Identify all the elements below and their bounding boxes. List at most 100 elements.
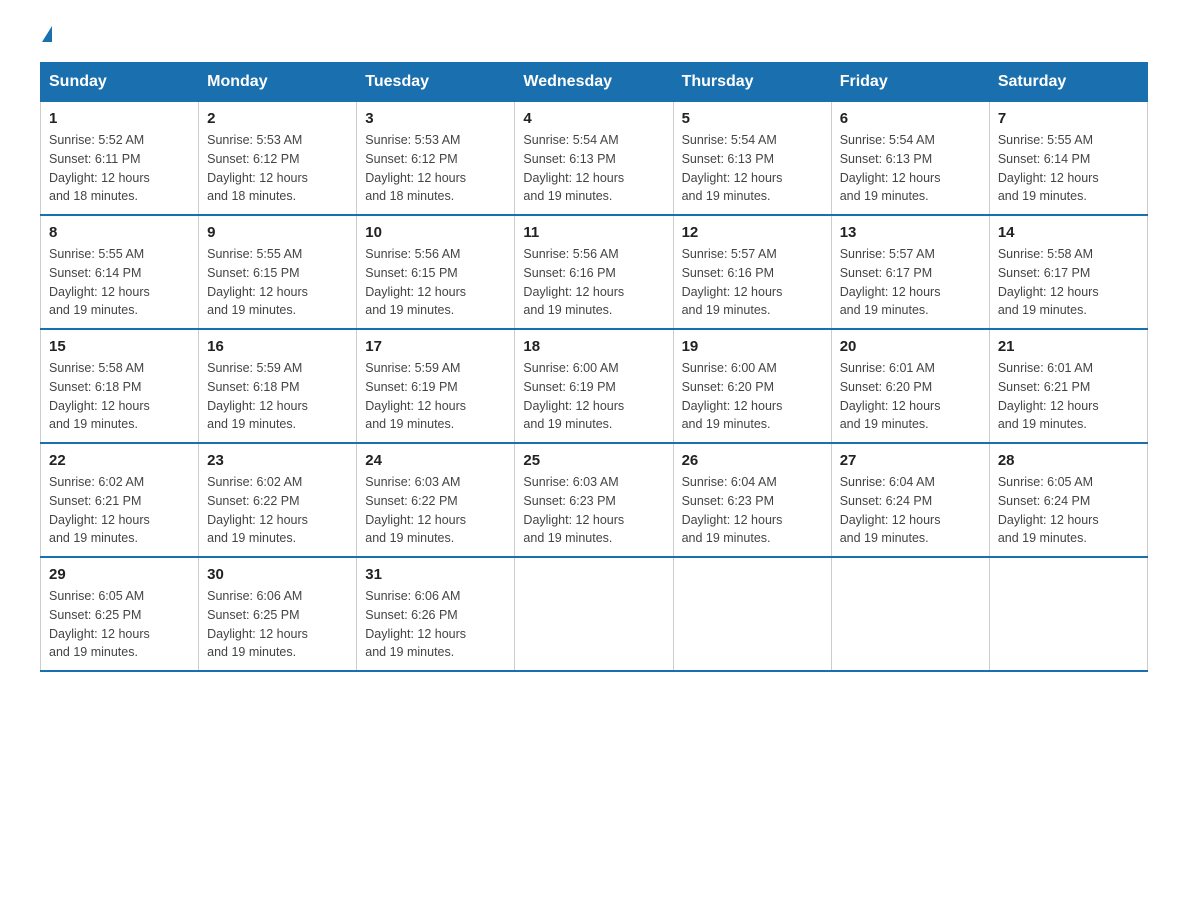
day-number: 4 (523, 110, 664, 127)
day-info: Sunrise: 5:53 AMSunset: 6:12 PMDaylight:… (207, 131, 348, 206)
calendar-cell: 2 Sunrise: 5:53 AMSunset: 6:12 PMDaylight… (199, 102, 357, 216)
day-number: 22 (49, 452, 190, 469)
calendar-cell: 5 Sunrise: 5:54 AMSunset: 6:13 PMDaylight… (673, 102, 831, 216)
calendar-cell: 3Sunrise: 5:53 AMSunset: 6:12 PMDaylight… (357, 102, 515, 216)
logo (40, 30, 52, 46)
calendar-cell: 29Sunrise: 6:05 AMSunset: 6:25 PMDayligh… (41, 557, 199, 671)
calendar-cell: 25 Sunrise: 6:03 AMSunset: 6:23 PMDayligh… (515, 443, 673, 557)
calendar-cell: 13 Sunrise: 5:57 AMSunset: 6:17 PMDayligh… (831, 215, 989, 329)
calendar-cell (831, 557, 989, 671)
calendar-cell (989, 557, 1147, 671)
day-info: Sunrise: 6:03 AMSunset: 6:22 PMDaylight:… (365, 473, 506, 548)
day-info: Sunrise: 5:59 AMSunset: 6:18 PMDaylight:… (207, 359, 348, 434)
header-saturday: Saturday (989, 63, 1147, 102)
calendar-cell (673, 557, 831, 671)
header-wednesday: Wednesday (515, 63, 673, 102)
day-info: Sunrise: 5:55 AMSunset: 6:15 PMDaylight:… (207, 245, 348, 320)
day-number: 27 (840, 452, 981, 469)
calendar-cell: 18 Sunrise: 6:00 AMSunset: 6:19 PMDayligh… (515, 329, 673, 443)
day-number: 8 (49, 224, 190, 241)
day-number: 11 (523, 224, 664, 241)
calendar-cell (515, 557, 673, 671)
day-info: Sunrise: 6:04 AMSunset: 6:23 PMDaylight:… (682, 473, 823, 548)
day-number: 13 (840, 224, 981, 241)
day-info: Sunrise: 5:55 AMSunset: 6:14 PMDaylight:… (998, 131, 1139, 206)
day-number: 21 (998, 338, 1139, 355)
calendar-cell: 7Sunrise: 5:55 AMSunset: 6:14 PMDaylight… (989, 102, 1147, 216)
day-number: 25 (523, 452, 664, 469)
calendar-table: SundayMondayTuesdayWednesdayThursdayFrid… (40, 62, 1148, 672)
day-number: 23 (207, 452, 348, 469)
calendar-cell: 10Sunrise: 5:56 AMSunset: 6:15 PMDayligh… (357, 215, 515, 329)
header-tuesday: Tuesday (357, 63, 515, 102)
calendar-cell: 4Sunrise: 5:54 AMSunset: 6:13 PMDaylight… (515, 102, 673, 216)
day-info: Sunrise: 5:54 AMSunset: 6:13 PMDaylight:… (682, 131, 823, 206)
header-friday: Friday (831, 63, 989, 102)
day-number: 19 (682, 338, 823, 355)
header-thursday: Thursday (673, 63, 831, 102)
day-number: 12 (682, 224, 823, 241)
day-info: Sunrise: 5:54 AMSunset: 6:13 PMDaylight:… (840, 131, 981, 206)
calendar-cell: 30 Sunrise: 6:06 AMSunset: 6:25 PMDayligh… (199, 557, 357, 671)
day-info: Sunrise: 5:58 AMSunset: 6:18 PMDaylight:… (49, 359, 190, 434)
day-number: 20 (840, 338, 981, 355)
day-number: 14 (998, 224, 1139, 241)
day-info: Sunrise: 6:02 AMSunset: 6:22 PMDaylight:… (207, 473, 348, 548)
day-info: Sunrise: 6:06 AMSunset: 6:25 PMDaylight:… (207, 587, 348, 662)
day-number: 2 (207, 110, 348, 127)
calendar-cell: 20Sunrise: 6:01 AMSunset: 6:20 PMDayligh… (831, 329, 989, 443)
day-info: Sunrise: 6:00 AMSunset: 6:19 PMDaylight:… (523, 359, 664, 434)
day-number: 1 (49, 110, 190, 127)
day-number: 31 (365, 566, 506, 583)
calendar-cell: 31 Sunrise: 6:06 AMSunset: 6:26 PMDayligh… (357, 557, 515, 671)
calendar-header-row: SundayMondayTuesdayWednesdayThursdayFrid… (41, 63, 1148, 102)
day-number: 29 (49, 566, 190, 583)
day-number: 30 (207, 566, 348, 583)
calendar-cell: 27Sunrise: 6:04 AMSunset: 6:24 PMDayligh… (831, 443, 989, 557)
day-info: Sunrise: 5:59 AMSunset: 6:19 PMDaylight:… (365, 359, 506, 434)
calendar-cell: 17 Sunrise: 5:59 AMSunset: 6:19 PMDayligh… (357, 329, 515, 443)
calendar-cell: 28 Sunrise: 6:05 AMSunset: 6:24 PMDayligh… (989, 443, 1147, 557)
calendar-cell: 9 Sunrise: 5:55 AMSunset: 6:15 PMDaylight… (199, 215, 357, 329)
calendar-cell: 8 Sunrise: 5:55 AMSunset: 6:14 PMDaylight… (41, 215, 199, 329)
calendar-week-row: 1 Sunrise: 5:52 AMSunset: 6:11 PMDaylight… (41, 102, 1148, 216)
header (40, 30, 1148, 46)
calendar-cell: 14 Sunrise: 5:58 AMSunset: 6:17 PMDayligh… (989, 215, 1147, 329)
calendar-week-row: 22 Sunrise: 6:02 AMSunset: 6:21 PMDayligh… (41, 443, 1148, 557)
day-number: 9 (207, 224, 348, 241)
day-number: 26 (682, 452, 823, 469)
day-number: 15 (49, 338, 190, 355)
calendar-cell: 26 Sunrise: 6:04 AMSunset: 6:23 PMDayligh… (673, 443, 831, 557)
day-number: 16 (207, 338, 348, 355)
day-info: Sunrise: 6:00 AMSunset: 6:20 PMDaylight:… (682, 359, 823, 434)
day-info: Sunrise: 6:06 AMSunset: 6:26 PMDaylight:… (365, 587, 506, 662)
day-number: 24 (365, 452, 506, 469)
calendar-cell: 12Sunrise: 5:57 AMSunset: 6:16 PMDayligh… (673, 215, 831, 329)
day-info: Sunrise: 5:56 AMSunset: 6:16 PMDaylight:… (523, 245, 664, 320)
day-number: 5 (682, 110, 823, 127)
day-number: 6 (840, 110, 981, 127)
day-info: Sunrise: 6:03 AMSunset: 6:23 PMDaylight:… (523, 473, 664, 548)
day-number: 18 (523, 338, 664, 355)
calendar-cell: 23 Sunrise: 6:02 AMSunset: 6:22 PMDayligh… (199, 443, 357, 557)
calendar-cell: 24 Sunrise: 6:03 AMSunset: 6:22 PMDayligh… (357, 443, 515, 557)
day-info: Sunrise: 6:01 AMSunset: 6:21 PMDaylight:… (998, 359, 1139, 434)
calendar-cell: 1 Sunrise: 5:52 AMSunset: 6:11 PMDaylight… (41, 102, 199, 216)
day-number: 17 (365, 338, 506, 355)
day-info: Sunrise: 5:58 AMSunset: 6:17 PMDaylight:… (998, 245, 1139, 320)
calendar-cell: 16 Sunrise: 5:59 AMSunset: 6:18 PMDayligh… (199, 329, 357, 443)
calendar-cell: 22 Sunrise: 6:02 AMSunset: 6:21 PMDayligh… (41, 443, 199, 557)
calendar-week-row: 29Sunrise: 6:05 AMSunset: 6:25 PMDayligh… (41, 557, 1148, 671)
calendar-cell: 15 Sunrise: 5:58 AMSunset: 6:18 PMDayligh… (41, 329, 199, 443)
day-number: 28 (998, 452, 1139, 469)
day-info: Sunrise: 5:57 AMSunset: 6:17 PMDaylight:… (840, 245, 981, 320)
header-monday: Monday (199, 63, 357, 102)
calendar-cell: 21 Sunrise: 6:01 AMSunset: 6:21 PMDayligh… (989, 329, 1147, 443)
day-number: 3 (365, 110, 506, 127)
calendar-cell: 11 Sunrise: 5:56 AMSunset: 6:16 PMDayligh… (515, 215, 673, 329)
day-info: Sunrise: 5:52 AMSunset: 6:11 PMDaylight:… (49, 131, 190, 206)
day-info: Sunrise: 6:02 AMSunset: 6:21 PMDaylight:… (49, 473, 190, 548)
calendar-cell: 6 Sunrise: 5:54 AMSunset: 6:13 PMDaylight… (831, 102, 989, 216)
day-info: Sunrise: 5:55 AMSunset: 6:14 PMDaylight:… (49, 245, 190, 320)
day-info: Sunrise: 6:05 AMSunset: 6:24 PMDaylight:… (998, 473, 1139, 548)
